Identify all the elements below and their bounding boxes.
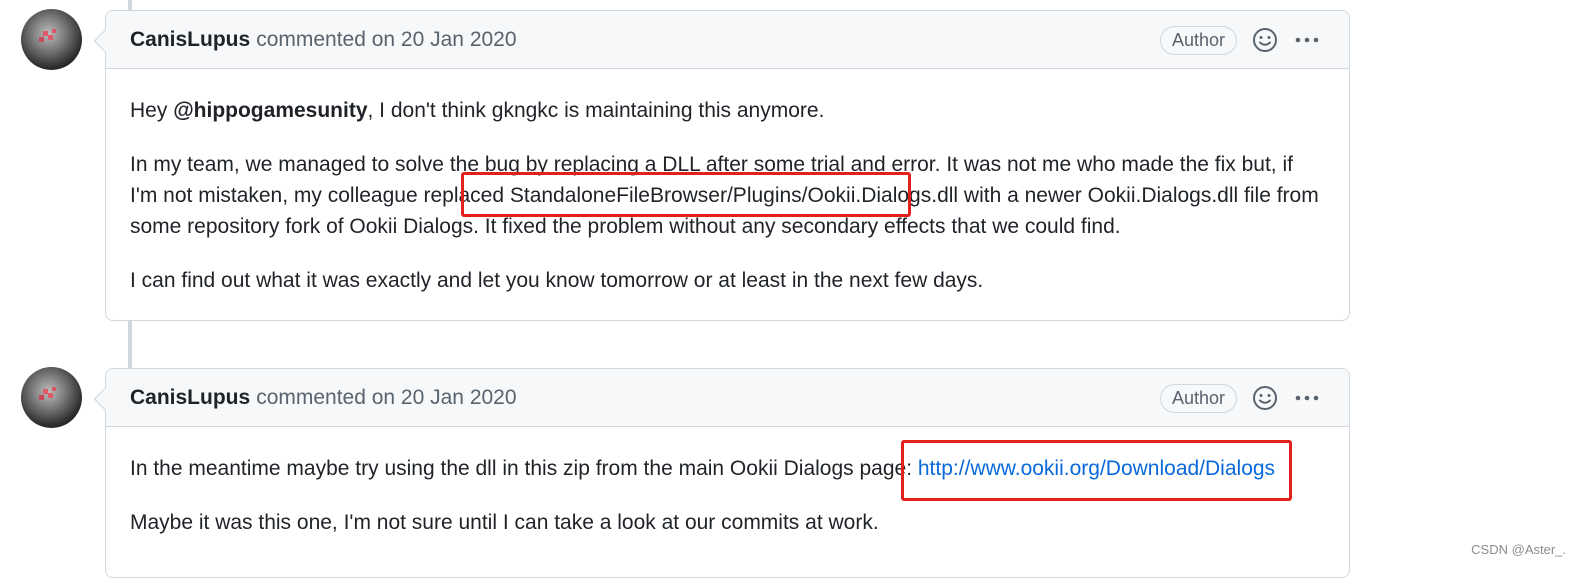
text: , I don't think gkngkc is maintaining th… [368,99,825,122]
comment-paragraph: In the meantime maybe try using the dll … [130,453,1325,484]
dll-path: StandaloneFileBrowser/Plugins/Ookii.Dial… [510,184,958,207]
user-mention[interactable]: @hippogamesunity [173,99,367,122]
kebab-horizontal-icon[interactable] [1293,26,1321,54]
comment-body: In the meantime maybe try using the dll … [106,427,1349,558]
comment-body: Hey @hippogamesunity, I don't think gkng… [106,69,1349,316]
smiley-icon[interactable] [1251,384,1279,412]
comment-timestamp[interactable]: commented on 20 Jan 2020 [256,28,516,52]
smiley-icon[interactable] [1251,26,1279,54]
author-badge: Author [1160,384,1237,413]
comment-header: CanisLupus commented on 20 Jan 2020 Auth… [106,369,1349,427]
ookii-download-link[interactable]: http://www.ookii.org/Download/Dialogs [918,457,1275,480]
comment-paragraph: Maybe it was this one, I'm not sure unti… [130,507,1325,538]
comment-timestamp[interactable]: commented on 20 Jan 2020 [256,386,516,410]
watermark: CSDN @Aster_. [1471,542,1566,557]
text: In the meantime maybe try using the dll … [130,457,918,480]
avatar[interactable] [21,367,82,428]
author-link[interactable]: CanisLupus [130,386,250,410]
comment-header: CanisLupus commented on 20 Jan 2020 Auth… [106,11,1349,69]
comment-box: CanisLupus commented on 20 Jan 2020 Auth… [105,10,1350,321]
text: Hey [130,99,173,122]
avatar[interactable] [21,9,82,70]
author-badge: Author [1160,26,1237,55]
author-link[interactable]: CanisLupus [130,28,250,52]
comment-paragraph: I can find out what it was exactly and l… [130,265,1325,296]
kebab-horizontal-icon[interactable] [1293,384,1321,412]
comment-paragraph: Hey @hippogamesunity, I don't think gkng… [130,95,1325,126]
comment-box: CanisLupus commented on 20 Jan 2020 Auth… [105,368,1350,578]
comment-paragraph: In my team, we managed to solve the bug … [130,149,1325,242]
